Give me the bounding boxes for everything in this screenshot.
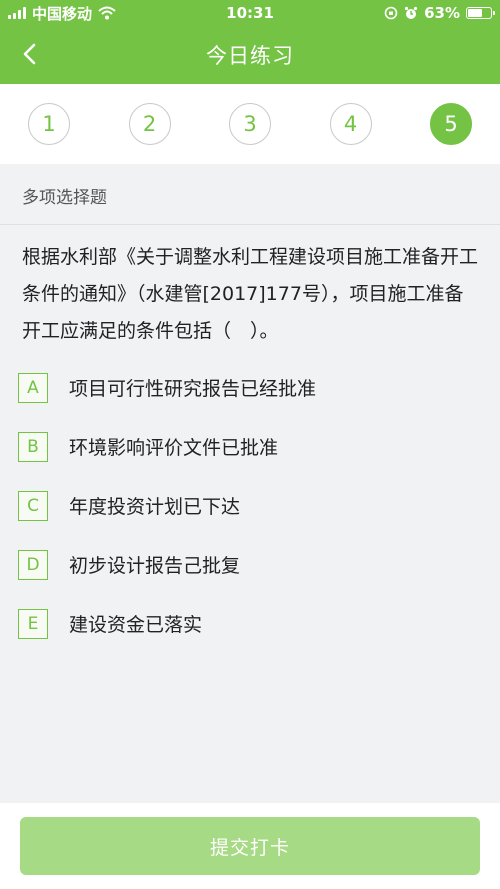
option-e-letter: E (18, 608, 48, 639)
question-stepper: 1 2 3 4 5 (0, 84, 500, 164)
step-3-button[interactable]: 3 (229, 103, 271, 145)
question-text: 根据水利部《关于调整水利工程建设项目施工准备开工条件的通知》（水建管[2017]… (22, 246, 479, 342)
option-e-text: 建设资金已落实 (69, 614, 203, 636)
option-a-text: 项目可行性研究报告已经批准 (69, 378, 317, 400)
step-1-button[interactable]: 1 (28, 103, 70, 145)
status-bar: 中国移动 10:31 63% (0, 0, 500, 26)
option-d-text: 初步设计报告己批复 (69, 555, 241, 577)
alarm-icon (404, 6, 418, 19)
submit-checkin-button[interactable]: 提交打卡 (20, 817, 480, 875)
option-c[interactable]: C 年度投资计划已下达 (0, 476, 500, 535)
option-a-letter: A (18, 372, 48, 403)
app-header: 中国移动 10:31 63% 今日练习 (0, 0, 500, 84)
status-time: 10:31 (226, 4, 274, 22)
question-type: 多项选择题 (0, 167, 500, 225)
battery-icon (465, 7, 495, 19)
option-d-letter: D (18, 549, 48, 580)
battery-percent: 63% (424, 4, 460, 22)
rotation-lock-icon (384, 6, 398, 20)
option-b[interactable]: B 环境影响评价文件已批准 (0, 417, 500, 476)
signal-icon (8, 7, 26, 19)
page-title: 今日练习 (206, 44, 294, 68)
option-list: A 项目可行性研究报告已经批准 B 环境影响评价文件已批准 C 年度投资计划已下… (0, 358, 500, 653)
back-button[interactable] (14, 39, 44, 69)
chevron-left-icon (23, 43, 36, 65)
carrier-name: 中国移动 (32, 4, 93, 23)
option-c-text: 年度投资计划已下达 (69, 496, 241, 518)
step-2-button[interactable]: 2 (128, 103, 171, 145)
nav-bar: 今日练习 (0, 26, 500, 84)
wifi-icon (98, 6, 116, 20)
option-b-letter: B (18, 431, 48, 462)
step-4-button[interactable]: 4 (329, 103, 372, 145)
step-5-button[interactable]: 5 (430, 103, 472, 145)
option-d[interactable]: D 初步设计报告己批复 (0, 535, 500, 594)
option-b-text: 环境影响评价文件已批准 (69, 437, 279, 459)
option-e[interactable]: E 建设资金已落实 (0, 594, 500, 653)
bottom-bar: 提交打卡 (0, 803, 500, 889)
option-a[interactable]: A 项目可行性研究报告已经批准 (0, 358, 500, 417)
option-c-letter: C (18, 490, 48, 521)
